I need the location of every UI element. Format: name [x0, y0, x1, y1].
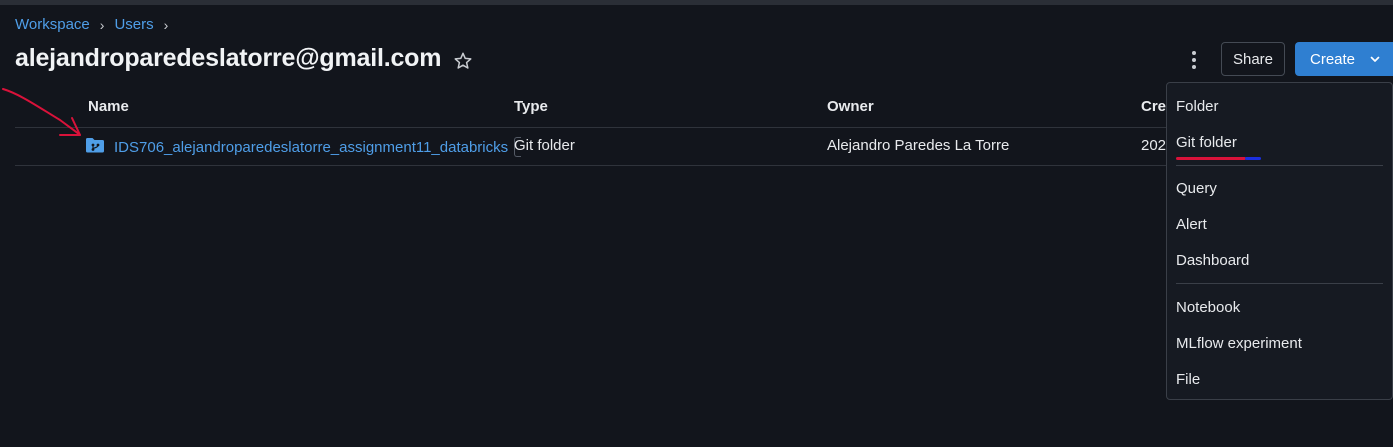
- breadcrumb-separator: ›: [163, 16, 169, 33]
- menu-item-folder[interactable]: Folder: [1176, 98, 1219, 115]
- menu-divider: [1176, 165, 1383, 166]
- menu-item-git-folder[interactable]: Git folder: [1176, 134, 1237, 151]
- annotation-arrow-icon: [2, 88, 81, 136]
- more-options-kebab-icon[interactable]: [1183, 47, 1205, 73]
- row-created: 202: [1141, 137, 1167, 154]
- row-name-link[interactable]: IDS706_alejandroparedeslatorre_assignmen…: [114, 139, 508, 156]
- row-name-cell: IDS706_alejandroparedeslatorre_assignmen…: [85, 136, 522, 158]
- menu-item-query[interactable]: Query: [1176, 180, 1217, 197]
- menu-item-alert[interactable]: Alert: [1176, 216, 1207, 233]
- create-button[interactable]: Create: [1295, 42, 1393, 76]
- breadcrumb-users[interactable]: Users: [114, 16, 153, 33]
- row-type: Git folder: [514, 137, 575, 154]
- menu-item-mlflow-experiment[interactable]: MLflow experiment: [1176, 335, 1302, 352]
- column-header-type[interactable]: Type: [514, 98, 548, 115]
- breadcrumb-separator: ›: [99, 16, 105, 33]
- menu-item-notebook[interactable]: Notebook: [1176, 299, 1240, 316]
- create-dropdown-menu: Folder Git folder Query Alert Dashboard …: [1166, 82, 1393, 400]
- chevron-down-icon: [1369, 53, 1381, 65]
- annotation-underline-blue: [1245, 157, 1261, 160]
- create-button-label: Create: [1310, 50, 1356, 68]
- top-border: [0, 0, 1393, 5]
- row-owner: Alejandro Paredes La Torre: [827, 137, 1010, 154]
- menu-divider: [1176, 283, 1383, 284]
- breadcrumb: Workspace › Users ›: [15, 16, 178, 33]
- star-icon[interactable]: [453, 51, 473, 71]
- menu-item-file[interactable]: File: [1176, 371, 1200, 388]
- column-header-owner[interactable]: Owner: [827, 98, 874, 115]
- column-header-name[interactable]: Name: [88, 98, 129, 115]
- menu-item-dashboard[interactable]: Dashboard: [1176, 252, 1249, 269]
- annotation-underline-red: [1176, 157, 1246, 160]
- breadcrumb-workspace[interactable]: Workspace: [15, 16, 90, 33]
- page-title: alejandroparedeslatorre@gmail.com: [15, 44, 442, 72]
- title-row: alejandroparedeslatorre@gmail.com: [15, 44, 473, 73]
- share-button[interactable]: Share: [1221, 42, 1285, 76]
